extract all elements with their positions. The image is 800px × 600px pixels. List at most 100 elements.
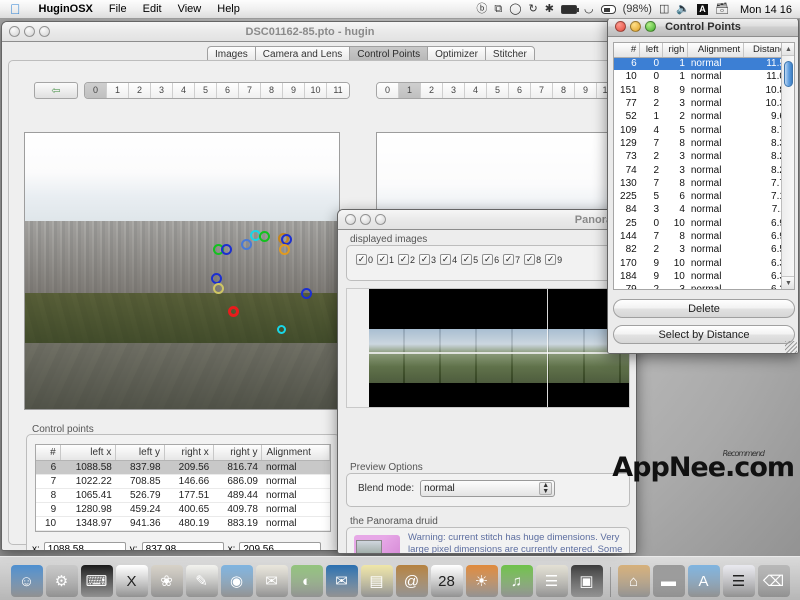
- resize-grip-icon[interactable]: [785, 341, 797, 353]
- control-points-distance-table[interactable]: # left righ Alignment Distance 6 0 1 normal 11.57…: [614, 43, 794, 289]
- spaces-icon[interactable]: ⧉: [494, 0, 502, 19]
- close-icon[interactable]: [345, 214, 356, 225]
- image-number-7[interactable]: 7: [531, 83, 553, 98]
- table-row[interactable]: 10945normal8.72: [614, 123, 794, 136]
- column-header-right-x[interactable]: right x: [164, 445, 214, 461]
- menu-view[interactable]: View: [170, 0, 210, 19]
- control-point-marker[interactable]: [221, 244, 232, 255]
- dock-icon-thunderbird[interactable]: ✉: [325, 565, 358, 597]
- select-by-distance-button[interactable]: Select by Distance: [613, 325, 795, 344]
- dock-icon-textedit[interactable]: ✎: [185, 565, 218, 597]
- image-number-10[interactable]: 10: [305, 83, 327, 98]
- column-header-#[interactable]: #: [36, 445, 61, 461]
- right-image-number-strip[interactable]: 01234567891011: [376, 82, 618, 99]
- image-number-0[interactable]: 0: [85, 83, 107, 98]
- dock-icon-iphoto-2[interactable]: ☀: [465, 565, 498, 597]
- delete-button[interactable]: Delete: [613, 299, 795, 318]
- control-point-marker[interactable]: [279, 244, 290, 255]
- image-number-9[interactable]: 9: [575, 83, 597, 98]
- panorama-titlebar[interactable]: Panorama: [338, 210, 636, 230]
- dock-icon-trash[interactable]: ⌫: [757, 565, 790, 597]
- blend-mode-select[interactable]: normal ▲ ▼: [420, 480, 556, 497]
- image-number-8[interactable]: 8: [553, 83, 575, 98]
- displayed-images-checkbox-row[interactable]: ✓ 0 ✓ 1 ✓ 2 ✓ 3 ✓ 4 ✓ 5 ✓ 6 ✓ 7 ✓ 8 ✓ 9: [356, 254, 626, 265]
- fast-user-switch-icon[interactable]: 🗃: [715, 0, 729, 19]
- dock-icon-terminal[interactable]: ⌨: [80, 565, 113, 597]
- table-row[interactable]: 13078normal7.72: [614, 177, 794, 190]
- control-points-window[interactable]: Control Points # left righ Alignment Distanc…: [607, 16, 799, 354]
- column-header-right-y[interactable]: right y: [213, 445, 263, 461]
- volume-icon[interactable]: 🔈: [676, 0, 690, 19]
- dock-icon-home-folder[interactable]: ⌂: [617, 565, 650, 597]
- table-row[interactable]: 8434normal7.11: [614, 203, 794, 216]
- image-checkbox-1[interactable]: ✓: [377, 254, 389, 265]
- table-row[interactable]: 7423normal8.23: [614, 163, 794, 176]
- image-checkbox-9[interactable]: ✓: [545, 254, 557, 265]
- table-row[interactable]: 9 1280.98 459.24 400.65 409.78 normal: [36, 502, 330, 517]
- scroll-up-icon[interactable]: ▲: [782, 43, 794, 56]
- image-checkbox-4[interactable]: ✓: [440, 254, 452, 265]
- table-row[interactable]: 170910normal6.39: [614, 256, 794, 269]
- table-row[interactable]: 7323normal8.25: [614, 150, 794, 163]
- zoom-icon[interactable]: [375, 214, 386, 225]
- dock-icon-iphoto[interactable]: ❀: [150, 565, 183, 597]
- battery-full-icon[interactable]: [560, 5, 579, 14]
- image-number-7[interactable]: 7: [239, 83, 261, 98]
- panorama-window-controls[interactable]: [345, 214, 386, 225]
- hugin-titlebar[interactable]: DSC01162-85.pto - hugin: [2, 22, 618, 42]
- table-row[interactable]: 151 8 9 normal 10.81: [614, 84, 794, 97]
- dock-icon-safari[interactable]: ◉: [220, 565, 253, 597]
- image-number-8[interactable]: 8: [261, 83, 283, 98]
- dock-icon-finder[interactable]: ☺: [10, 565, 43, 597]
- dock-icon-x11[interactable]: X: [115, 565, 148, 597]
- control-points-table[interactable]: # left x left y right x right y Alignment 6 108…: [36, 445, 330, 531]
- image-number-3[interactable]: 3: [443, 83, 465, 98]
- dock-icon-itunes[interactable]: ♫: [500, 565, 533, 597]
- left-image-number-strip[interactable]: 0 1 2 3 4 5 6 7 8 9 10 11: [84, 82, 350, 99]
- menu-app-name[interactable]: HuginOSX: [31, 0, 101, 19]
- image-checkbox-2[interactable]: ✓: [398, 254, 410, 265]
- display-icon[interactable]: ◫: [659, 0, 669, 19]
- table-row[interactable]: 10 1348.97 941.36 480.19 883.19 normal: [36, 516, 330, 531]
- table-row[interactable]: 184910normal6.30: [614, 270, 794, 283]
- coord-input-x2[interactable]: [239, 542, 322, 550]
- menu-file[interactable]: File: [101, 0, 135, 19]
- image-checkbox-7[interactable]: ✓: [503, 254, 515, 265]
- apple-logo-icon[interactable]: : [10, 2, 21, 16]
- image-number-5[interactable]: 5: [195, 83, 217, 98]
- control-points-window-controls[interactable]: [615, 21, 656, 32]
- control-points-table-wrap[interactable]: # left x left y right x right y Alignment 6 108…: [35, 444, 331, 532]
- hugin-window-controls[interactable]: [9, 26, 50, 37]
- control-point-marker[interactable]: [228, 306, 239, 317]
- image-number-5[interactable]: 5: [487, 83, 509, 98]
- image-number-6[interactable]: 6: [509, 83, 531, 98]
- table-row[interactable]: 8223normal6.53: [614, 243, 794, 256]
- dock-icon-stickies[interactable]: ▤: [360, 565, 393, 597]
- image-number-11[interactable]: 11: [327, 83, 349, 98]
- battery-icon[interactable]: [600, 5, 616, 14]
- close-icon[interactable]: [615, 21, 626, 32]
- coord-input-x1[interactable]: [43, 542, 126, 550]
- sync-icon[interactable]: ↻: [529, 0, 538, 19]
- column-header--[interactable]: #: [614, 43, 641, 58]
- chat-bubble-icon[interactable]: ◯: [509, 0, 521, 19]
- dock-icon-system-preferences[interactable]: ⚙: [45, 565, 78, 597]
- table-row[interactable]: 22556normal7.13: [614, 190, 794, 203]
- table-row[interactable]: 7 1022.22 708.85 146.66 686.09 normal: [36, 474, 330, 489]
- dock-icon-hard-drive[interactable]: ▬: [652, 565, 685, 597]
- menu-help[interactable]: Help: [209, 0, 248, 19]
- control-point-marker[interactable]: [277, 325, 286, 334]
- wifi-icon[interactable]: ◡: [584, 0, 594, 19]
- input-menu-icon[interactable]: A: [697, 4, 709, 15]
- minimize-icon[interactable]: [24, 26, 35, 37]
- image-number-0[interactable]: 0: [377, 83, 399, 98]
- dock-icon-ical[interactable]: 28: [430, 565, 463, 597]
- control-points-scrollbar[interactable]: ▲ ▼: [781, 43, 794, 289]
- column-header-righ[interactable]: righ: [662, 43, 689, 58]
- image-checkbox-8[interactable]: ✓: [524, 254, 536, 265]
- close-icon[interactable]: [9, 26, 20, 37]
- zoom-icon[interactable]: [645, 21, 656, 32]
- image-number-2[interactable]: 2: [129, 83, 151, 98]
- table-row[interactable]: 12978normal8.33: [614, 137, 794, 150]
- control-point-marker[interactable]: [259, 231, 270, 242]
